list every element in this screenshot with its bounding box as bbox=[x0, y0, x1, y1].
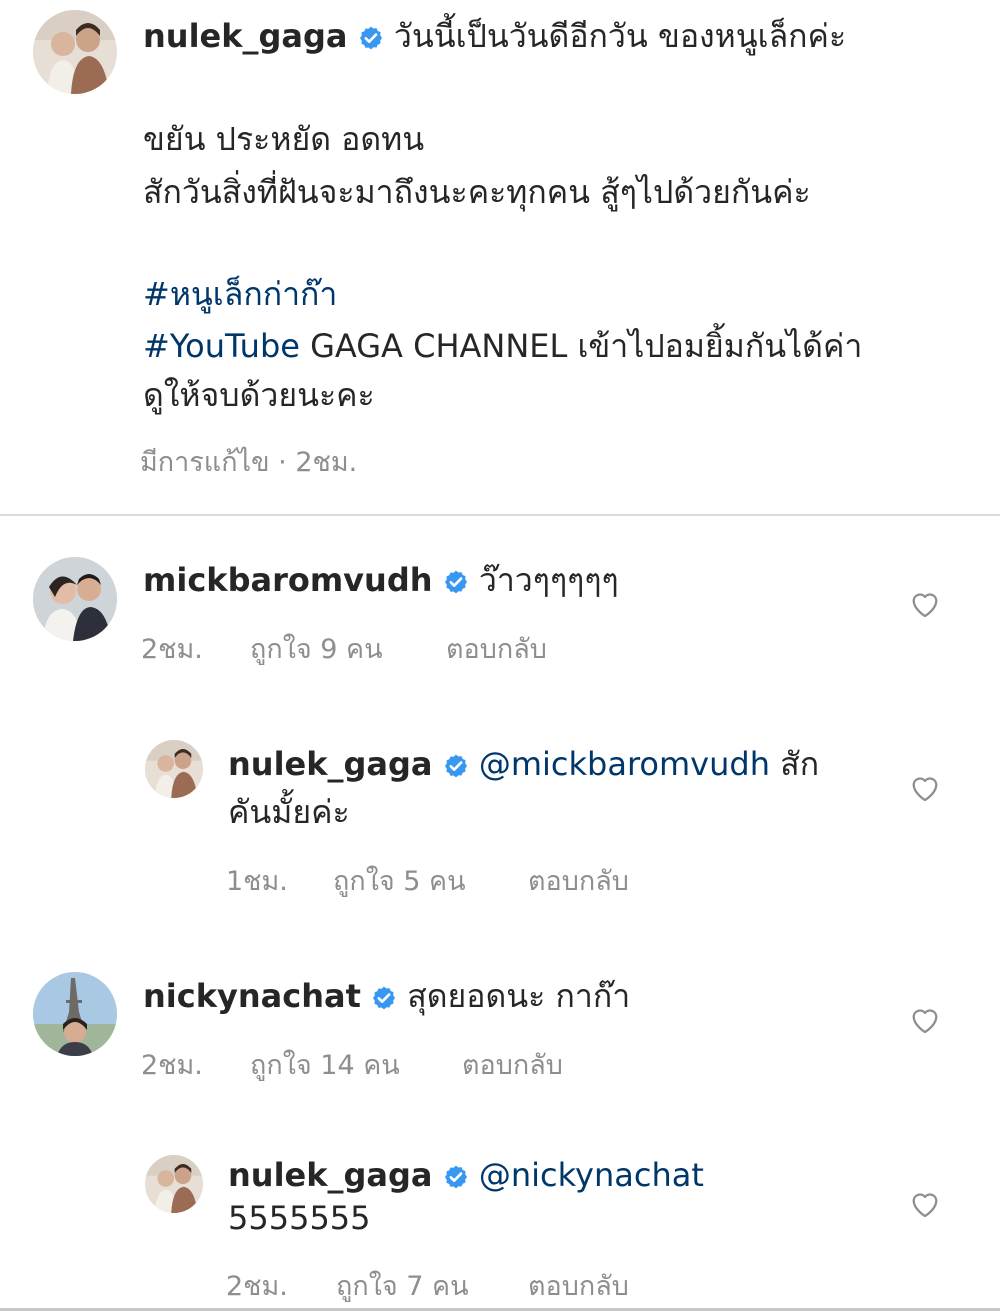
reply-button[interactable]: ตอบกลับ bbox=[446, 627, 547, 670]
caption-text: วันนี้เป็นวันดีอีกวัน ของหนูเล็กค่ะ bbox=[393, 17, 847, 55]
like-count[interactable]: ถูกใจ 7 คน bbox=[336, 1264, 469, 1307]
reply-button[interactable]: ตอบกลับ bbox=[528, 859, 629, 902]
avatar-photo bbox=[145, 1155, 203, 1213]
verified-badge-icon bbox=[443, 753, 469, 779]
username[interactable]: nulek_gaga bbox=[228, 1156, 433, 1194]
comment-text: คันมั้ยค่ะ bbox=[228, 793, 350, 831]
avatar-photo bbox=[33, 557, 117, 641]
heart-outline-icon[interactable] bbox=[908, 1187, 942, 1221]
reply-button[interactable]: ตอบกลับ bbox=[528, 1264, 629, 1307]
heart-outline-icon[interactable] bbox=[908, 1003, 942, 1037]
comment-time: 1ชม. bbox=[226, 866, 288, 897]
hashtag-link[interactable]: #หนูเล็กก่าก๊า bbox=[143, 268, 337, 320]
avatar-photo bbox=[33, 972, 117, 1056]
caption-meta: มีการแก้ไข · 2ชม. bbox=[140, 447, 358, 478]
avatar[interactable] bbox=[145, 1155, 203, 1213]
heart-outline-icon[interactable] bbox=[908, 771, 942, 805]
username[interactable]: mickbaromvudh bbox=[143, 561, 433, 599]
heart-outline-icon[interactable] bbox=[908, 587, 942, 621]
username[interactable]: nulek_gaga bbox=[228, 745, 433, 783]
like-count[interactable]: ถูกใจ 5 คน bbox=[333, 859, 466, 902]
divider bbox=[0, 1308, 1000, 1311]
mention-link[interactable]: @mickbaromvudh bbox=[479, 745, 770, 783]
comment-text: สัก bbox=[769, 745, 820, 783]
username[interactable]: nulek_gaga bbox=[143, 17, 348, 55]
comment-time: 2ชม. bbox=[141, 1050, 203, 1081]
divider bbox=[0, 514, 1000, 516]
avatar-photo bbox=[33, 10, 117, 94]
avatar[interactable] bbox=[33, 972, 117, 1056]
comment-text: ว๊าวๆๆๆๆๆ bbox=[478, 561, 619, 599]
username[interactable]: nickynachat bbox=[143, 977, 361, 1015]
mention-link[interactable]: @nickynachat bbox=[479, 1156, 704, 1194]
reply-button[interactable]: ตอบกลับ bbox=[462, 1043, 563, 1086]
verified-badge-icon bbox=[443, 569, 469, 595]
avatar[interactable] bbox=[33, 557, 117, 641]
caption-line: ดูให้จบด้วยนะคะ bbox=[143, 376, 375, 414]
like-count[interactable]: ถูกใจ 9 คน bbox=[250, 627, 383, 670]
comment-time: 2ชม. bbox=[141, 634, 203, 665]
avatar-photo bbox=[145, 740, 203, 798]
comment-text: 5555555 bbox=[228, 1199, 371, 1237]
caption-line: สักวันสิ่งที่ฝันจะมาถึงนะคะทุกคน สู้ๆไปด… bbox=[143, 173, 811, 211]
comment-time: 2ชม. bbox=[226, 1271, 288, 1302]
verified-badge-icon bbox=[358, 25, 384, 51]
hashtag-link[interactable]: #YouTube bbox=[143, 327, 300, 365]
avatar[interactable] bbox=[145, 740, 203, 798]
caption-line: ขยัน ประหยัด อดทน bbox=[143, 120, 425, 158]
verified-badge-icon bbox=[443, 1164, 469, 1190]
caption-text: GAGA CHANNEL เข้าไปอมยิ้มกันได้ค่า bbox=[299, 327, 863, 365]
like-count[interactable]: ถูกใจ 14 คน bbox=[250, 1043, 400, 1086]
avatar[interactable] bbox=[33, 10, 117, 94]
verified-badge-icon bbox=[371, 985, 397, 1011]
comment-text: สุดยอดนะ กาก๊า bbox=[407, 977, 631, 1015]
